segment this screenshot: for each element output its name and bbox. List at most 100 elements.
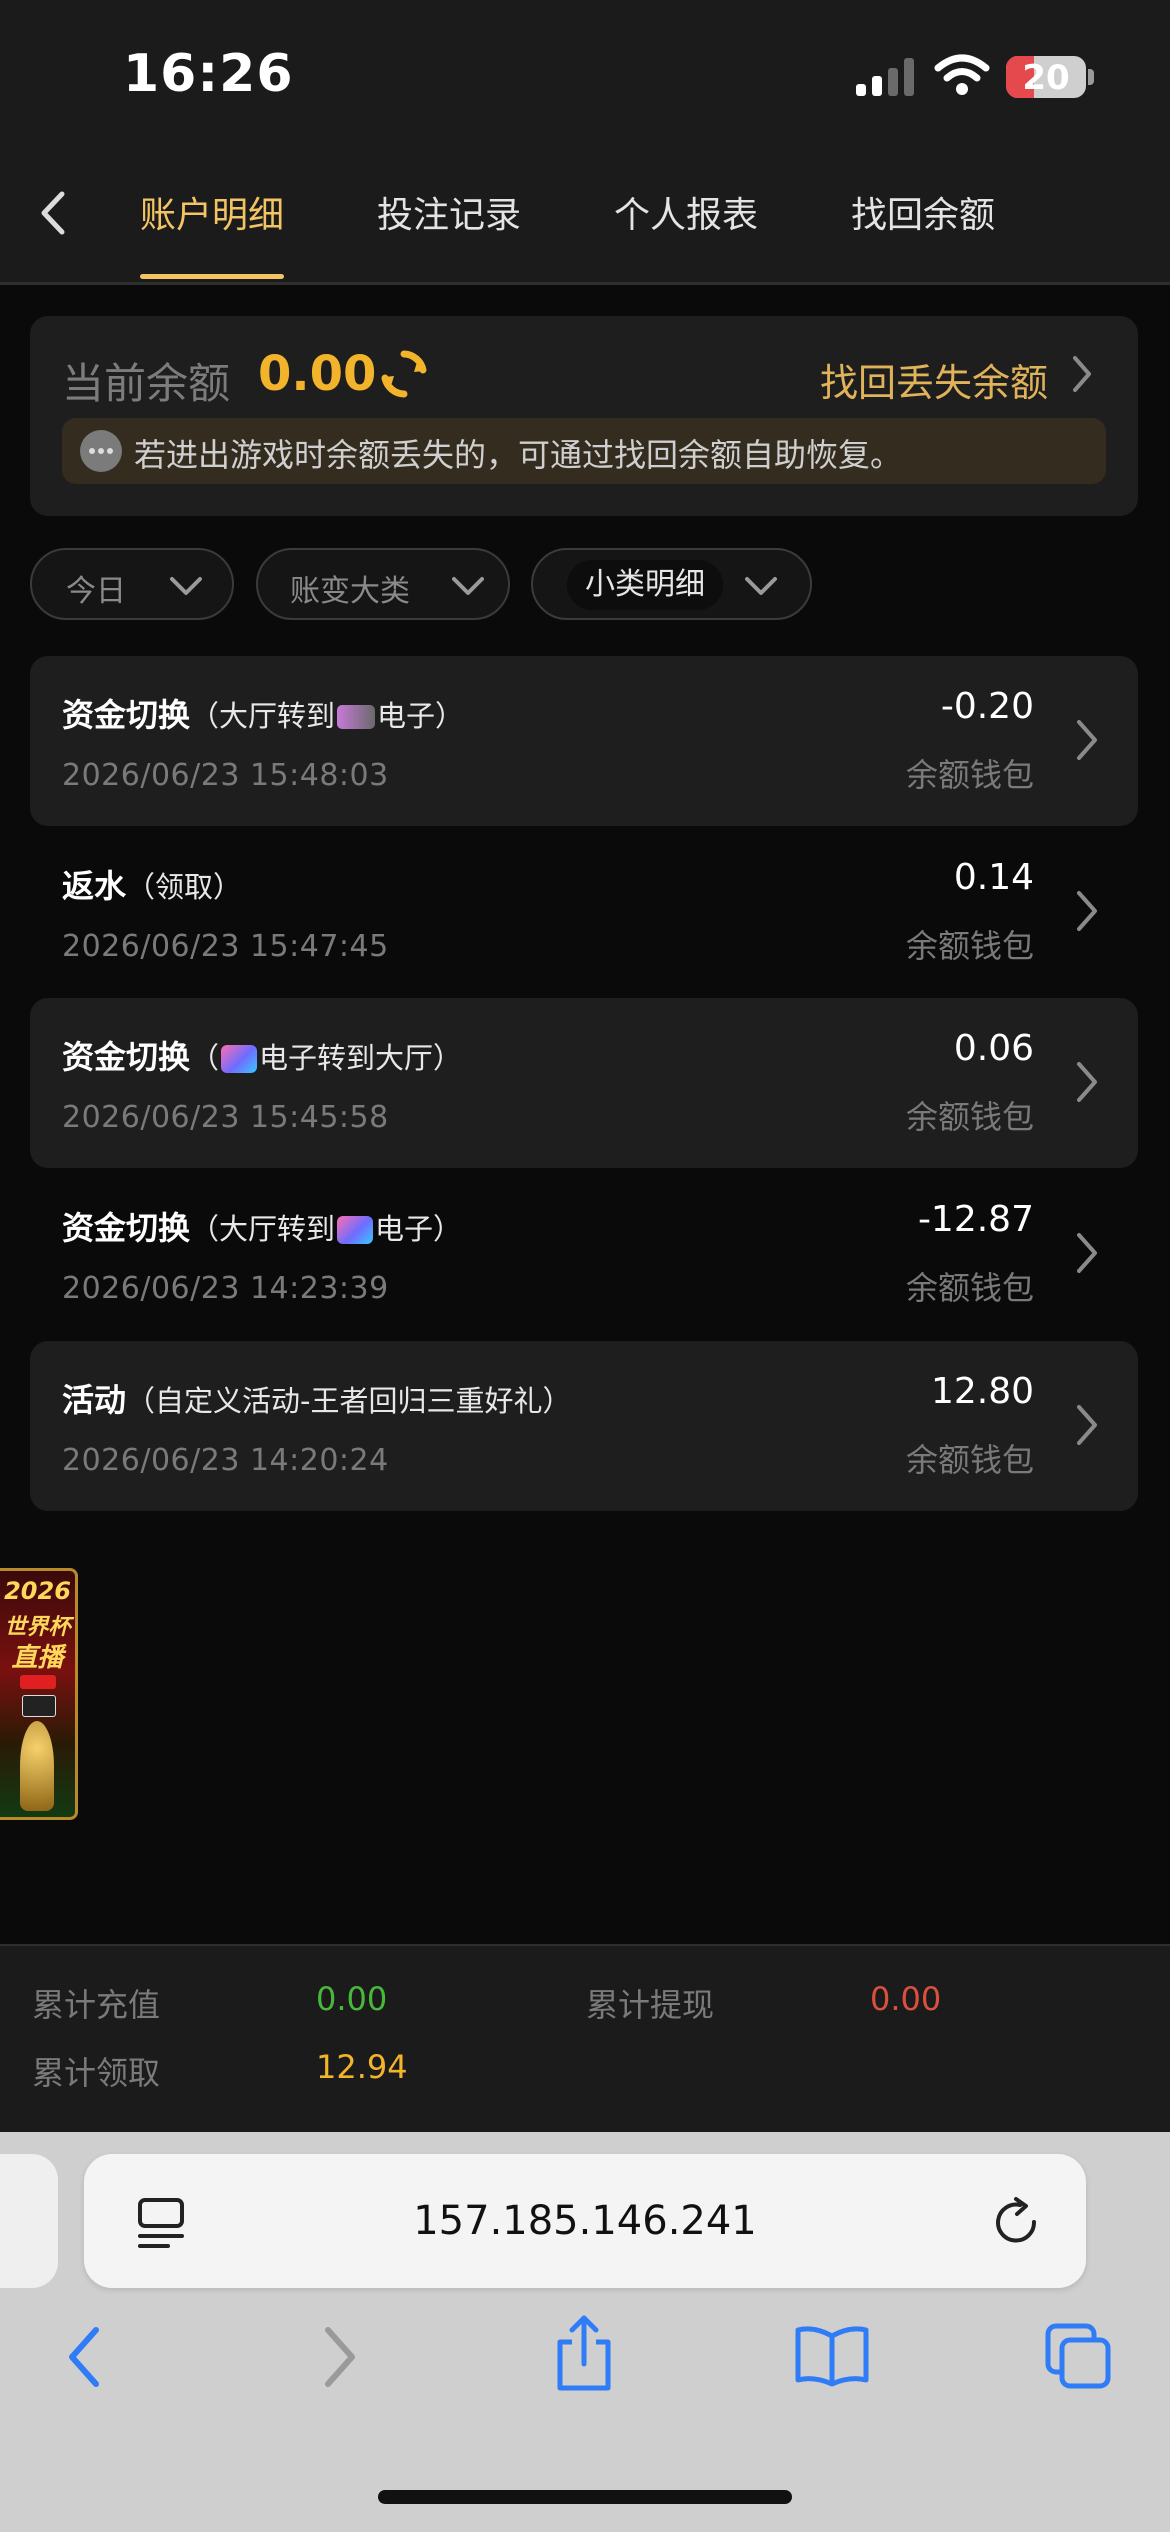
- back-icon[interactable]: [34, 188, 70, 238]
- transaction-detail-suffix: 电子）: [377, 699, 465, 733]
- transaction-detail-suffix: 电子）: [375, 1212, 463, 1246]
- tab-bet-records[interactable]: 投注记录: [377, 186, 521, 238]
- balance-value: 0.00: [258, 346, 377, 402]
- refresh-icon[interactable]: [378, 348, 430, 400]
- notice-text: 若进出游戏时余额丢失的，可通过找回余额自助恢复。: [134, 436, 903, 474]
- chat-bubble-icon: [80, 430, 122, 472]
- home-indicator: [378, 2490, 792, 2504]
- reload-icon[interactable]: [990, 2196, 1042, 2250]
- balance-label: 当前余额: [62, 359, 231, 408]
- tab-account-details[interactable]: 账户明细: [140, 186, 284, 238]
- transaction-detail: （领取）: [126, 870, 243, 904]
- transaction-datetime: 2026/06/23 15:47:45: [62, 929, 389, 964]
- lg-logo-icon: [221, 1045, 258, 1073]
- transaction-detail: （自定义活动-王者回归三重好礼）: [126, 1384, 572, 1418]
- chevron-down-icon: [452, 577, 484, 595]
- total-withdraw-value: 0.00: [870, 1980, 942, 2018]
- transaction-title: 资金切换（大厅转到 电子）: [62, 1203, 462, 1249]
- filter-date[interactable]: 今日: [30, 548, 234, 620]
- recover-lost-balance-link[interactable]: 找回丢失余额: [820, 352, 1048, 407]
- balance-card: 当前余额 0.00 找回丢失余额 若进出游戏时余额丢失的，可通过找回余额自助恢复…: [30, 316, 1138, 516]
- transaction-type: 资金切换: [62, 1209, 191, 1247]
- status-time: 16:26: [123, 44, 294, 104]
- transaction-amount: 12.80: [930, 1371, 1034, 1412]
- filter-subcategory[interactable]: 小类明细: [531, 548, 812, 620]
- top-nav: 账户明细 投注记录 个人报表 找回余额: [0, 150, 1170, 285]
- trophy-icon: [20, 1721, 54, 1811]
- tabs-icon[interactable]: [1044, 2322, 1114, 2392]
- transaction-amount: 0.06: [953, 1028, 1034, 1069]
- filter-category-label: 账变大类: [290, 574, 410, 609]
- transaction-detail-suffix: 电子转到大厅）: [259, 1041, 463, 1075]
- total-claim-label: 累计领取: [32, 2054, 161, 2092]
- address-bar[interactable]: 157.185.146.241: [84, 2154, 1086, 2288]
- transaction-detail: （大厅转到: [190, 699, 336, 733]
- url-text: 157.185.146.241: [413, 2198, 757, 2244]
- chevron-right-icon: [1077, 1405, 1097, 1445]
- transaction-title: 资金切换（ 电子转到大厅）: [62, 1032, 462, 1078]
- total-claim-value: 12.94: [316, 2048, 408, 2086]
- live-badge: [20, 1675, 56, 1689]
- transaction-wallet: 余额钱包: [905, 756, 1034, 794]
- chevron-right-icon[interactable]: [1070, 354, 1094, 394]
- previous-tab-preview[interactable]: [0, 2154, 58, 2288]
- chevron-right-icon: [1077, 1062, 1097, 1102]
- chevron-down-icon: [170, 577, 202, 595]
- summary-panel: 累计充值 0.00 累计提现 0.00 累计领取 12.94: [0, 1944, 1170, 2134]
- transaction-row[interactable]: 返水（领取） 2026/06/23 15:47:45 0.14 余额钱包: [30, 827, 1138, 997]
- share-icon[interactable]: [552, 2312, 616, 2394]
- transaction-type: 资金切换: [62, 1038, 191, 1076]
- transaction-amount: 0.14: [953, 857, 1034, 898]
- transaction-wallet: 余额钱包: [905, 1269, 1034, 1307]
- 4k-badge: [22, 1695, 56, 1717]
- tab-personal-report[interactable]: 个人报表: [614, 186, 758, 238]
- transaction-title: 资金切换（大厅转到 电子）: [62, 690, 464, 736]
- transaction-row[interactable]: 资金切换（大厅转到 电子） 2026/06/23 14:23:39 -12.87 …: [30, 1169, 1138, 1339]
- browser-forward-icon[interactable]: [318, 2322, 362, 2392]
- chevron-right-icon: [1077, 720, 1097, 760]
- world-cup-live-banner[interactable]: 2026 世界杯 直播: [0, 1568, 78, 1820]
- battery-level: 20: [1022, 58, 1070, 98]
- filter-date-label: 今日: [66, 574, 126, 609]
- tab-recover-balance[interactable]: 找回余额: [851, 186, 995, 238]
- browser-toolbar: 157.185.146.241: [0, 2132, 1170, 2532]
- lg-logo-icon: [337, 1216, 374, 1244]
- chevron-right-icon: [1077, 891, 1097, 931]
- transaction-row[interactable]: 资金切换（大厅转到 电子） 2026/06/23 15:48:03 -0.20 余…: [30, 656, 1138, 826]
- transaction-title: 返水（领取）: [62, 861, 242, 907]
- transaction-title: 活动（自定义活动-王者回归三重好礼）: [62, 1375, 571, 1421]
- browser-back-icon[interactable]: [62, 2322, 106, 2392]
- transaction-type: 资金切换: [62, 696, 191, 734]
- transaction-amount: -12.87: [917, 1199, 1034, 1240]
- filter-subcategory-label: 小类明细: [585, 567, 705, 602]
- transaction-amount: -0.20: [940, 686, 1034, 727]
- transaction-datetime: 2026/06/23 14:23:39: [62, 1271, 389, 1306]
- transaction-detail: （: [190, 1041, 220, 1075]
- transaction-type: 返水: [62, 867, 127, 905]
- chevron-down-icon: [745, 577, 777, 595]
- cellular-signal-icon: [856, 58, 914, 96]
- battery-tip: [1088, 69, 1094, 85]
- promo-year: 2026: [4, 1577, 71, 1605]
- transaction-row[interactable]: 活动（自定义活动-王者回归三重好礼） 2026/06/23 14:20:24 1…: [30, 1341, 1138, 1511]
- notice-bar: 若进出游戏时余额丢失的，可通过找回余额自助恢复。: [62, 418, 1106, 484]
- transaction-datetime: 2026/06/23 15:45:58: [62, 1100, 389, 1135]
- active-tab-indicator: [140, 274, 284, 279]
- total-deposit-value: 0.00: [316, 1980, 388, 2018]
- chevron-right-icon: [1077, 1233, 1097, 1273]
- pg-logo-icon: [337, 705, 376, 729]
- status-bar: 16:26 20: [0, 0, 1170, 150]
- transaction-type: 活动: [62, 1381, 127, 1419]
- filter-subcategory-pill: 小类明细: [567, 560, 723, 610]
- total-withdraw-label: 累计提现: [586, 1986, 715, 2024]
- transaction-detail: （大厅转到: [190, 1212, 336, 1246]
- filter-category[interactable]: 账变大类: [256, 548, 510, 620]
- total-deposit-label: 累计充值: [32, 1986, 161, 2024]
- bookmarks-icon[interactable]: [794, 2322, 870, 2388]
- transaction-row[interactable]: 资金切换（ 电子转到大厅） 2026/06/23 15:45:58 0.06 余额…: [30, 998, 1138, 1168]
- transaction-datetime: 2026/06/23 15:48:03: [62, 758, 389, 793]
- battery-icon: 20: [1006, 56, 1086, 98]
- transaction-datetime: 2026/06/23 14:20:24: [62, 1443, 389, 1478]
- promo-line2: 直播: [11, 1643, 64, 1673]
- transaction-wallet: 余额钱包: [905, 1441, 1034, 1479]
